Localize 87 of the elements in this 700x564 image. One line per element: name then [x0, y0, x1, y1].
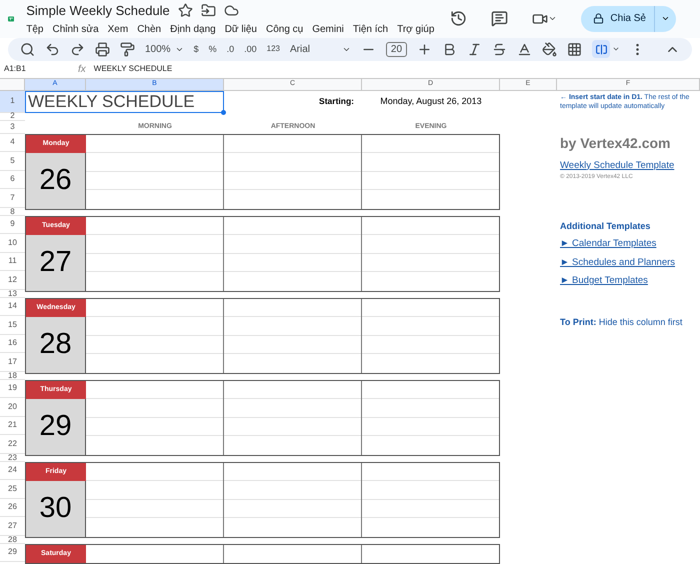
- template-link[interactable]: ► Schedules and Planners: [560, 256, 700, 270]
- number-format-button[interactable]: 123: [266, 43, 280, 56]
- print-icon[interactable]: [95, 42, 110, 57]
- bold-icon[interactable]: [442, 42, 458, 57]
- fx-label: fx: [78, 62, 86, 77]
- menu-item[interactable]: Tiện ích: [352, 22, 388, 38]
- menu-item[interactable]: Trợ giúp: [397, 22, 434, 38]
- merge-cells-button[interactable]: [592, 40, 610, 58]
- borders-icon[interactable]: [567, 42, 582, 57]
- increase-font-size-icon[interactable]: [417, 42, 432, 57]
- menu-item[interactable]: Định dạng: [170, 22, 216, 38]
- increase-decimals-button[interactable]: .00: [244, 42, 257, 56]
- schedule-cell[interactable]: [86, 500, 223, 518]
- row-number: 23: [0, 456, 25, 462]
- schedule-cell[interactable]: [362, 336, 499, 354]
- menu-item[interactable]: Chèn: [137, 22, 162, 38]
- menu-item[interactable]: Gemini: [312, 22, 344, 38]
- lock-icon: [593, 13, 604, 24]
- search-icon[interactable]: [20, 42, 35, 57]
- schedule-cell[interactable]: [224, 336, 361, 354]
- template-link[interactable]: ► Budget Templates: [560, 274, 700, 288]
- schedule-cell[interactable]: [362, 500, 499, 518]
- font-size-field[interactable]: 20: [386, 42, 408, 57]
- row-number: 26: [0, 498, 25, 517]
- day-date: 29: [26, 399, 86, 454]
- row-number: 21: [0, 416, 25, 435]
- currency-format-button[interactable]: $: [194, 42, 199, 56]
- undo-icon[interactable]: [45, 42, 60, 57]
- row-number: 1: [0, 90, 25, 112]
- row-number: 3: [0, 120, 25, 134]
- schedule-cell[interactable]: [362, 172, 499, 190]
- italic-icon[interactable]: [467, 42, 482, 57]
- formula-field[interactable]: WEEKLY SCHEDULE: [94, 63, 172, 76]
- paint-format-icon[interactable]: [120, 42, 135, 57]
- brand-text: by Vertex42.com: [560, 134, 672, 153]
- merge-icon: [594, 42, 608, 56]
- template-link[interactable]: ► Calendar Templates: [560, 237, 700, 252]
- zoom-dropdown[interactable]: 100%: [145, 42, 171, 57]
- font-dropdown[interactable]: Arial: [290, 42, 338, 57]
- row-number: 16: [0, 334, 25, 353]
- cloud-icon[interactable]: [224, 2, 239, 18]
- selection-handle[interactable]: [221, 110, 226, 114]
- row-number: 8: [0, 210, 25, 216]
- additional-templates-heading: Additional Templates: [560, 220, 652, 233]
- row-number: 11: [0, 252, 25, 271]
- row-number: 4: [0, 134, 25, 152]
- schedule-cell[interactable]: [224, 418, 361, 436]
- schedule-cell[interactable]: [362, 254, 499, 272]
- menu-item[interactable]: Xem: [108, 22, 128, 38]
- day-date: 30: [26, 481, 86, 536]
- print-note: To Print: Hide this column first: [560, 316, 684, 329]
- row-number: 18: [0, 374, 25, 380]
- day-date: 27: [26, 235, 86, 290]
- fill-color-icon[interactable]: [542, 42, 558, 57]
- row-number: 13: [0, 292, 25, 298]
- start-date: Monday, August 26, 2013: [379, 94, 483, 108]
- strikethrough-icon[interactable]: [492, 42, 508, 57]
- schedule-cell[interactable]: [86, 254, 223, 272]
- schedule-cell[interactable]: [224, 172, 361, 190]
- row-number: 6: [0, 170, 25, 189]
- folder-icon[interactable]: [200, 2, 216, 18]
- text-color-icon[interactable]: [517, 42, 532, 57]
- history-icon[interactable]: [450, 10, 468, 28]
- menu-item[interactable]: Dữ liệu: [224, 22, 257, 38]
- document-title[interactable]: Simple Weekly Schedule: [26, 0, 170, 20]
- share-button[interactable]: Chia Sẻ: [581, 6, 654, 32]
- row-number: 28: [0, 538, 25, 544]
- template-link[interactable]: Weekly Schedule Template: [560, 158, 700, 173]
- percent-format-button[interactable]: %: [208, 42, 217, 56]
- decrease-decimals-button[interactable]: .0: [226, 42, 234, 56]
- menu-item[interactable]: Công cụ: [266, 22, 304, 38]
- name-box[interactable]: A1:B1: [4, 63, 62, 76]
- schedule-cell[interactable]: [86, 418, 223, 436]
- title-cell[interactable]: WEEKLY SCHEDULE: [25, 90, 224, 112]
- starting-label: Starting:: [318, 95, 355, 108]
- schedule-cell[interactable]: [224, 500, 361, 518]
- redo-icon[interactable]: [70, 42, 85, 57]
- menu-item[interactable]: Tệp: [26, 22, 44, 38]
- schedule-cell[interactable]: [224, 254, 361, 272]
- schedule-cell[interactable]: [362, 418, 499, 436]
- comment-icon[interactable]: [491, 10, 508, 28]
- menu-item[interactable]: Chỉnh sửa: [52, 22, 99, 38]
- day-date: 28: [26, 317, 86, 372]
- schedule-cell[interactable]: [86, 172, 223, 190]
- star-icon[interactable]: [178, 2, 193, 18]
- schedule-cell[interactable]: [86, 336, 223, 354]
- day-date: 26: [26, 153, 86, 208]
